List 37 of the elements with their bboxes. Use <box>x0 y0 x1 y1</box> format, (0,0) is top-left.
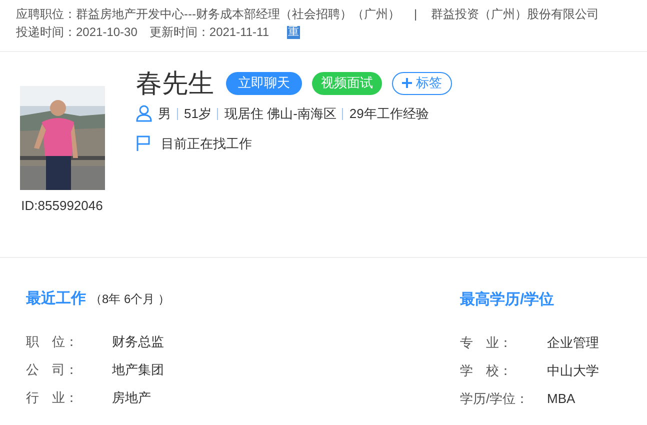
flag-icon <box>136 135 151 152</box>
field-label: 专 业： <box>460 334 513 351</box>
candidate-name: 春先生 <box>136 67 214 100</box>
field-value: 中山大学 <box>547 362 599 379</box>
field-value: 企业管理 <box>547 334 599 351</box>
applied-label: 投递时间： <box>16 24 76 41</box>
profile-fact: 29年工作经验 <box>349 105 429 123</box>
field-value: 财务总监 <box>112 332 164 350</box>
chat-button[interactable]: 立即聊天 <box>226 72 302 94</box>
field-label: 行 业： <box>26 388 79 406</box>
separator-text: | <box>414 6 418 23</box>
plus-icon <box>402 78 412 88</box>
field-value: 地产集团 <box>112 360 164 378</box>
job-status: 目前正在找工作 <box>161 134 252 152</box>
profile-fact: 现居住 佛山-南海区 <box>224 105 336 123</box>
field-label: 学历/学位： <box>460 390 530 407</box>
profile-fact: 男 <box>158 105 171 123</box>
profile-fact: 51岁 <box>184 105 212 123</box>
field-value: MBA <box>547 390 576 407</box>
company-name: 群益投资（广州）股份有限公司 <box>431 6 600 23</box>
updated-label: 更新时间： <box>149 24 210 41</box>
repeat-badge: 重 <box>287 26 300 38</box>
position-value: 群益房地产开发中心---财务成本部经理（社会招聘）（广州） <box>76 6 400 23</box>
applied-date: 2021-10-30 <box>76 24 138 41</box>
tag-button[interactable]: 标签 <box>392 72 452 94</box>
section-title: 最高学历/学位 <box>460 291 554 308</box>
field-label: 职 位： <box>26 332 79 350</box>
field-label: 公 司： <box>26 360 79 378</box>
work-duration: （8年 6个月 ） <box>90 291 170 308</box>
updated-date: 2021-11-11 <box>209 24 269 41</box>
video-interview-button[interactable]: 视频面试 <box>312 72 382 94</box>
field-value: 房地产 <box>112 388 151 406</box>
candidate-id: ID:855992046 <box>21 197 103 215</box>
person-icon <box>136 105 152 122</box>
field-label: 学 校： <box>460 362 513 379</box>
position-label: 应聘职位： <box>16 6 76 23</box>
section-title: 最近工作 <box>26 289 86 309</box>
